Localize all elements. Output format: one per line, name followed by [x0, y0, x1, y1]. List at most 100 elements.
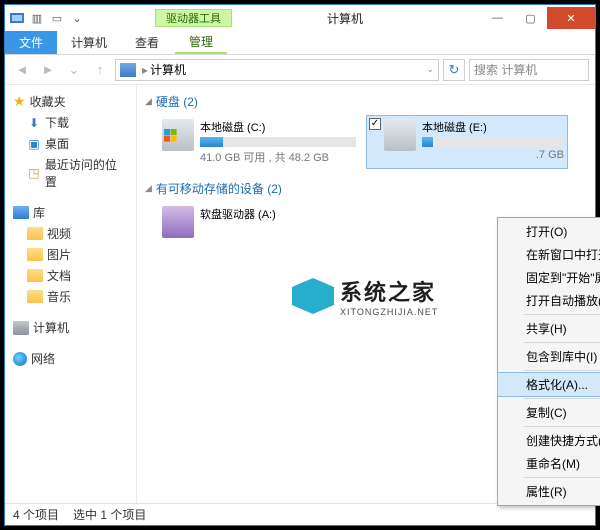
section-removable[interactable]: ◢ 有可移动存储的设备 (2) — [145, 178, 587, 199]
body: ★收藏夹 ⬇下载 ▣桌面 ◳最近访问的位置 库 视频 图片 文档 音乐 计算机 … — [5, 85, 595, 503]
sidebar-label: 视频 — [47, 225, 71, 242]
sidebar-label: 计算机 — [33, 319, 69, 336]
titlebar: ▥ ▭ ⌄ 驱动器工具 计算机 — ▢ ✕ — [5, 5, 595, 31]
address-bar-row: ◄ ► ⌄ ↑ ▸ 计算机 ⌄ ↻ 搜索 计算机 — [5, 55, 595, 85]
menu-autoplay[interactable]: 打开自动播放(Y)... — [498, 289, 600, 312]
capacity-bar — [200, 137, 356, 147]
ribbon-tabs: 文件 计算机 查看 管理 — [5, 31, 595, 55]
menu-separator — [524, 477, 600, 478]
drive-c[interactable]: 本地磁盘 (C:) 41.0 GB 可用 , 共 48.2 GB — [159, 116, 359, 168]
drive-e[interactable]: ✓ 本地磁盘 (E:) .7 GB — [367, 116, 567, 168]
menu-include-in-library[interactable]: 包含到库中(I)▶ — [498, 345, 600, 368]
sidebar-downloads[interactable]: ⬇下载 — [5, 112, 136, 133]
minimize-button[interactable]: — — [481, 7, 514, 29]
floppy-icon — [162, 206, 194, 238]
tab-view[interactable]: 查看 — [121, 31, 173, 54]
maximize-button[interactable]: ▢ — [514, 7, 547, 29]
sidebar-desktop[interactable]: ▣ 桌面 — [5, 133, 136, 154]
menu-properties[interactable]: 属性(R) — [498, 480, 600, 503]
watermark-url: XITONGZHIJIA.NET — [340, 307, 438, 317]
tab-manage[interactable]: 管理 — [175, 31, 227, 54]
drive-icon — [384, 119, 416, 151]
sidebar-videos[interactable]: 视频 — [5, 223, 136, 244]
back-button[interactable]: ◄ — [11, 59, 33, 81]
breadcrumb-chevron-icon: ▸ — [142, 63, 148, 77]
menu-separator — [524, 342, 600, 343]
qat-new-folder-icon[interactable]: ▭ — [49, 10, 65, 26]
window-buttons: — ▢ ✕ — [481, 7, 595, 29]
menu-copy[interactable]: 复制(C) — [498, 401, 600, 424]
drive-icon — [162, 119, 194, 151]
tab-file[interactable]: 文件 — [5, 31, 57, 54]
capacity-bar — [422, 137, 564, 147]
contextual-tools-label: 驱动器工具 — [155, 9, 232, 27]
address-dropdown-icon[interactable]: ⌄ — [426, 64, 434, 75]
refresh-button[interactable]: ↻ — [443, 59, 465, 81]
collapse-icon: ◢ — [145, 183, 152, 194]
menu-create-shortcut[interactable]: 创建快捷方式(S) — [498, 429, 600, 452]
watermark-brand: 系统之家 — [340, 275, 438, 307]
menu-share[interactable]: 共享(H)▶ — [498, 317, 600, 340]
status-bar: 4 个项目 选中 1 个项目 — [5, 503, 595, 525]
computer-icon — [13, 321, 29, 335]
drive-label: 本地磁盘 (C:) — [200, 119, 356, 135]
qat-dropdown-icon[interactable]: ⌄ — [69, 10, 85, 26]
menu-open[interactable]: 打开(O) — [498, 220, 600, 243]
drive-free-text: 41.0 GB 可用 , 共 48.2 GB — [200, 149, 356, 165]
breadcrumb[interactable]: 计算机 — [150, 61, 186, 78]
sidebar-network[interactable]: 网络 — [5, 348, 136, 369]
download-icon: ⬇ — [27, 116, 41, 130]
nav-pane: ★收藏夹 ⬇下载 ▣桌面 ◳最近访问的位置 库 视频 图片 文档 音乐 计算机 … — [5, 85, 137, 503]
section-label: 有可移动存储的设备 (2) — [156, 180, 282, 197]
explorer-window: ▥ ▭ ⌄ 驱动器工具 计算机 — ▢ ✕ 文件 计算机 查看 管理 ◄ ► ⌄… — [4, 4, 596, 526]
sidebar-computer[interactable]: 计算机 — [5, 317, 136, 338]
status-selected-count: 选中 1 个项目 — [73, 506, 146, 523]
history-dropdown[interactable]: ⌄ — [63, 59, 85, 81]
drive-free-text: .7 GB — [422, 149, 564, 161]
sidebar-documents[interactable]: 文档 — [5, 265, 136, 286]
selection-checkbox[interactable]: ✓ — [369, 118, 381, 130]
watermark-logo-icon — [292, 278, 334, 314]
sidebar-recent[interactable]: ◳最近访问的位置 — [5, 154, 136, 192]
folder-icon — [27, 269, 43, 282]
sidebar-label: 桌面 — [45, 135, 69, 152]
menu-rename[interactable]: 重命名(M) — [498, 452, 600, 475]
context-menu: 打开(O) 在新窗口中打开(E) 固定到"开始"屏幕(P) 打开自动播放(Y).… — [497, 217, 600, 506]
close-button[interactable]: ✕ — [547, 7, 595, 29]
drive-a[interactable]: 软盘驱动器 (A:) — [159, 203, 359, 241]
star-icon: ★ — [13, 93, 26, 110]
sidebar-pictures[interactable]: 图片 — [5, 244, 136, 265]
folder-icon — [27, 248, 43, 261]
menu-format[interactable]: 格式化(A)... — [498, 373, 600, 396]
search-input[interactable]: 搜索 计算机 — [469, 59, 589, 81]
system-icon[interactable] — [9, 10, 25, 26]
sidebar-label: 文档 — [47, 267, 71, 284]
sidebar-favorites[interactable]: ★收藏夹 — [5, 91, 136, 112]
menu-separator — [524, 398, 600, 399]
menu-open-new-window[interactable]: 在新窗口中打开(E) — [498, 243, 600, 266]
sidebar-libraries[interactable]: 库 — [5, 202, 136, 223]
address-bar[interactable]: ▸ 计算机 ⌄ — [115, 59, 439, 81]
section-hard-disks[interactable]: ◢ 硬盘 (2) — [145, 91, 587, 112]
sidebar-music[interactable]: 音乐 — [5, 286, 136, 307]
computer-icon — [120, 63, 136, 77]
sidebar-label: 网络 — [31, 350, 55, 367]
watermark: 系统之家 XITONGZHIJIA.NET — [292, 275, 438, 317]
qat-properties-icon[interactable]: ▥ — [29, 10, 45, 26]
collapse-icon: ◢ — [145, 96, 152, 107]
quick-access-toolbar: ▥ ▭ ⌄ — [5, 10, 85, 26]
sidebar-label: 最近访问的位置 — [45, 156, 128, 190]
menu-separator — [524, 370, 600, 371]
drive-label: 软盘驱动器 (A:) — [200, 206, 356, 222]
menu-pin-to-start[interactable]: 固定到"开始"屏幕(P) — [498, 266, 600, 289]
forward-button[interactable]: ► — [37, 59, 59, 81]
desktop-icon: ▣ — [27, 137, 41, 151]
menu-label: 包含到库中(I) — [526, 350, 597, 364]
folder-icon — [27, 290, 43, 303]
section-label: 硬盘 (2) — [156, 93, 198, 110]
tab-computer[interactable]: 计算机 — [57, 31, 121, 54]
content-pane: ◢ 硬盘 (2) 本地磁盘 (C:) 41.0 GB 可用 , 共 48.2 GB… — [137, 85, 595, 503]
menu-label: 共享(H) — [526, 322, 567, 336]
sidebar-label: 库 — [33, 204, 45, 221]
up-button[interactable]: ↑ — [89, 59, 111, 81]
